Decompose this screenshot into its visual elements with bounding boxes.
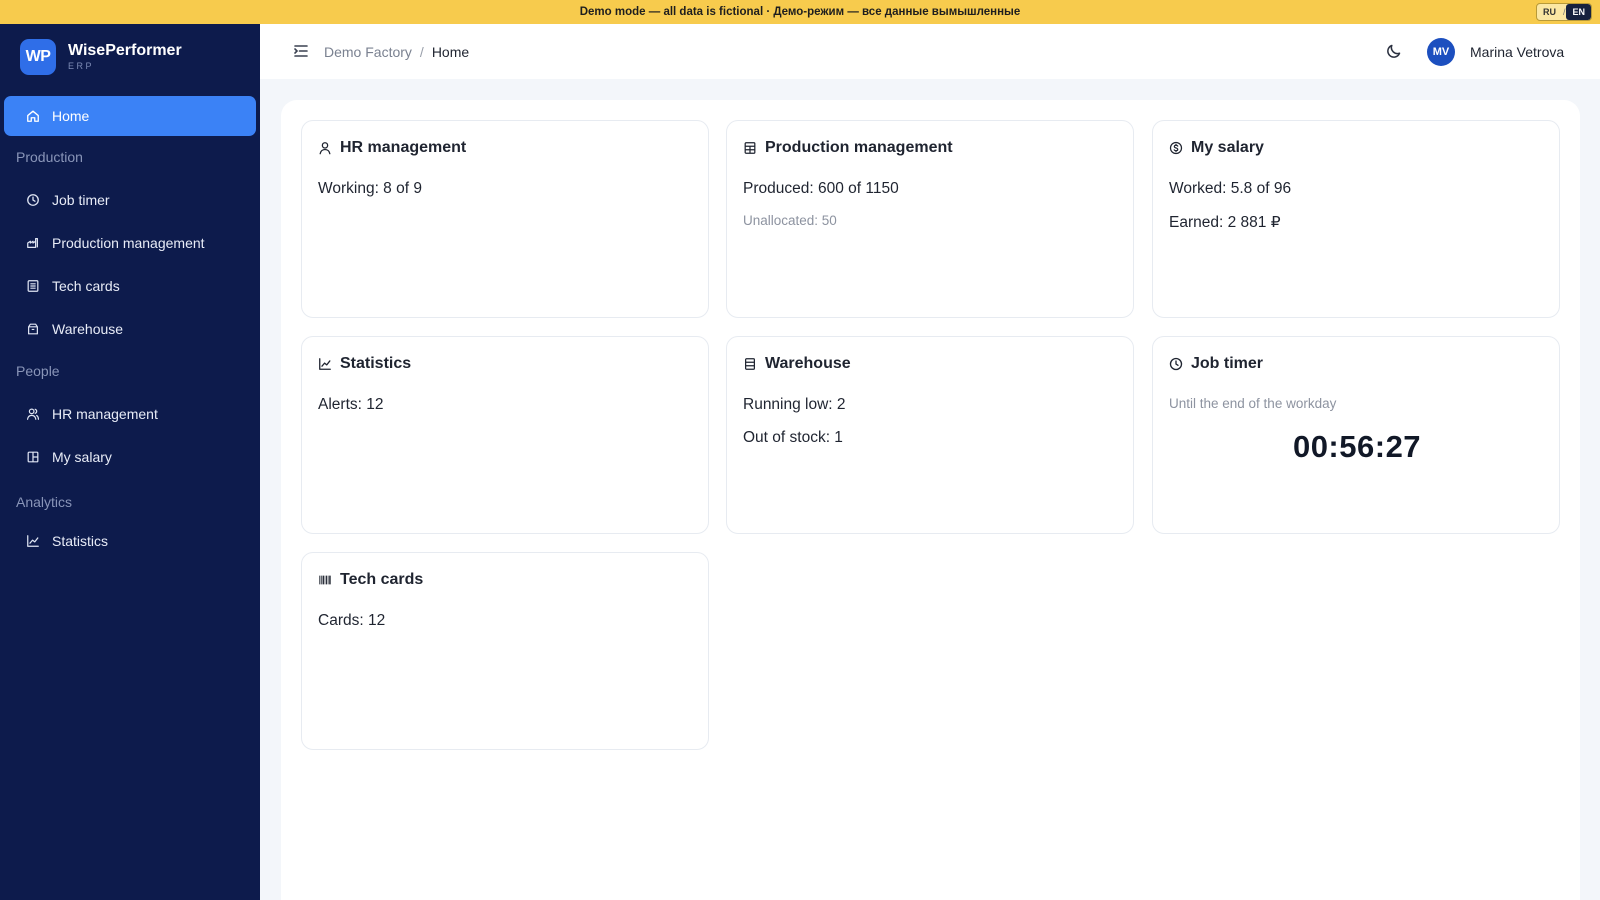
- nav-group-people: People: [16, 363, 60, 379]
- sidebar-item-label: Home: [52, 108, 90, 124]
- nav-group-analytics: Analytics: [16, 494, 73, 510]
- sidebar-item-my-salary[interactable]: My salary: [4, 437, 256, 477]
- barcode-icon: [319, 575, 331, 585]
- timer-subtitle: Until the end of the workday: [1169, 396, 1337, 411]
- sidebar-item-label: Job timer: [52, 192, 110, 208]
- breadcrumb-separator: /: [419, 43, 424, 60]
- lang-en-button[interactable]: EN: [1566, 4, 1591, 20]
- earned-amount: Earned: 2 881 ₽: [1169, 214, 1281, 231]
- card-title-text: Statistics: [340, 355, 412, 372]
- top-header: Demo Factory / Home MV Marina Vetrova: [260, 24, 1600, 79]
- sidebar-item-statistics[interactable]: Statistics: [4, 521, 256, 561]
- tech-cards-card[interactable]: Tech cards Cards: 12: [301, 552, 709, 750]
- calculator-icon: [744, 142, 756, 154]
- breadcrumb: Demo Factory / Home: [324, 24, 469, 79]
- card-title-text: HR management: [340, 139, 467, 156]
- brand[interactable]: WP WisePerformer ERP: [0, 24, 260, 90]
- card-title: My salary: [1169, 139, 1264, 157]
- dashboard-panel: HR management Working: 8 of 9 Production…: [281, 100, 1580, 900]
- card-title-text: Job timer: [1191, 355, 1264, 372]
- breadcrumb-root-link[interactable]: Demo Factory: [324, 44, 412, 60]
- out-of-stock-count: Out of stock: 1: [743, 429, 843, 446]
- my-salary-card[interactable]: My salary Worked: 5.8 of 96 Earned: 2 88…: [1152, 120, 1560, 318]
- hr-management-card[interactable]: HR management Working: 8 of 9: [301, 120, 709, 318]
- user-icon: [319, 142, 331, 155]
- sidebar-item-label: Tech cards: [52, 278, 120, 294]
- sidebar-item-production-management[interactable]: Production management: [4, 223, 256, 263]
- lang-ru-button[interactable]: RU: [1537, 4, 1562, 20]
- job-timer-card[interactable]: Job timer Until the end of the workday 0…: [1152, 336, 1560, 534]
- worked-hours: Worked: 5.8 of 96: [1169, 180, 1292, 197]
- sidebar-item-label: My salary: [52, 449, 112, 465]
- moon-icon[interactable]: [1385, 42, 1403, 60]
- demo-banner: Demo mode — all data is fictional · Демо…: [0, 0, 1600, 24]
- clock-icon: [1169, 357, 1183, 371]
- unallocated-count: Unallocated: 50: [743, 213, 837, 228]
- brand-subtitle: ERP: [68, 61, 95, 71]
- sidebar-item-warehouse[interactable]: Warehouse: [4, 309, 256, 349]
- brand-name: WisePerformer: [68, 42, 182, 59]
- wallet-icon: [27, 451, 39, 463]
- production-management-card[interactable]: Production management Produced: 600 of 1…: [726, 120, 1134, 318]
- avatar[interactable]: MV: [1427, 38, 1455, 66]
- card-title: HR management: [318, 139, 466, 157]
- sidebar-item-job-timer[interactable]: Job timer: [4, 180, 256, 220]
- statistics-card[interactable]: Statistics Alerts: 12: [301, 336, 709, 534]
- sidebar-item-tech-cards[interactable]: Tech cards: [4, 266, 256, 306]
- sidebar-item-home[interactable]: Home: [4, 96, 256, 136]
- sidebar-item-hr-management[interactable]: HR management: [4, 394, 256, 434]
- line-chart-icon: [27, 535, 39, 547]
- factory-icon: [27, 238, 38, 248]
- document-list-icon: [27, 280, 39, 292]
- produced-count: Produced: 600 of 1150: [743, 180, 899, 197]
- nav-group-production: Production: [16, 149, 83, 165]
- sidebar: WP WisePerformer ERP Home Production Job…: [0, 24, 260, 900]
- dollar-circle-icon: [1169, 141, 1183, 155]
- timer-countdown: 00:56:27: [1292, 429, 1422, 464]
- card-title: Production management: [743, 139, 953, 157]
- clock-icon: [27, 194, 39, 206]
- menu-collapse-icon[interactable]: [292, 42, 310, 60]
- line-chart-icon: [319, 358, 331, 370]
- language-switch[interactable]: RU / EN: [1535, 3, 1592, 21]
- card-title: Tech cards: [318, 571, 423, 589]
- warehouse-card[interactable]: Warehouse Running low: 2 Out of stock: 1: [726, 336, 1134, 534]
- cards-count: Cards: 12: [318, 612, 386, 629]
- user-name[interactable]: Marina Vetrova: [1470, 24, 1564, 79]
- card-title: Job timer: [1169, 355, 1263, 373]
- brand-logo: WP: [20, 39, 56, 75]
- card-title-text: Warehouse: [765, 355, 851, 372]
- demo-banner-text: Demo mode — all data is fictional · Демо…: [579, 6, 1021, 18]
- box-icon: [28, 323, 38, 335]
- card-title-text: Production management: [765, 139, 953, 156]
- hr-working-count: Working: 8 of 9: [318, 180, 422, 197]
- running-low-count: Running low: 2: [743, 396, 846, 413]
- card-title: Statistics: [318, 355, 411, 373]
- sidebar-item-label: Production management: [52, 235, 205, 251]
- sidebar-item-label: Statistics: [52, 533, 109, 549]
- alerts-count: Alerts: 12: [318, 396, 384, 413]
- card-title: Warehouse: [743, 355, 851, 373]
- users-icon: [26, 408, 40, 420]
- card-title-text: My salary: [1191, 139, 1264, 156]
- home-icon: [27, 110, 39, 122]
- sidebar-item-label: Warehouse: [52, 321, 124, 337]
- sidebar-item-label: HR management: [52, 406, 158, 422]
- shelves-icon: [745, 358, 755, 370]
- card-title-text: Tech cards: [340, 571, 424, 588]
- breadcrumb-current: Home: [431, 43, 470, 60]
